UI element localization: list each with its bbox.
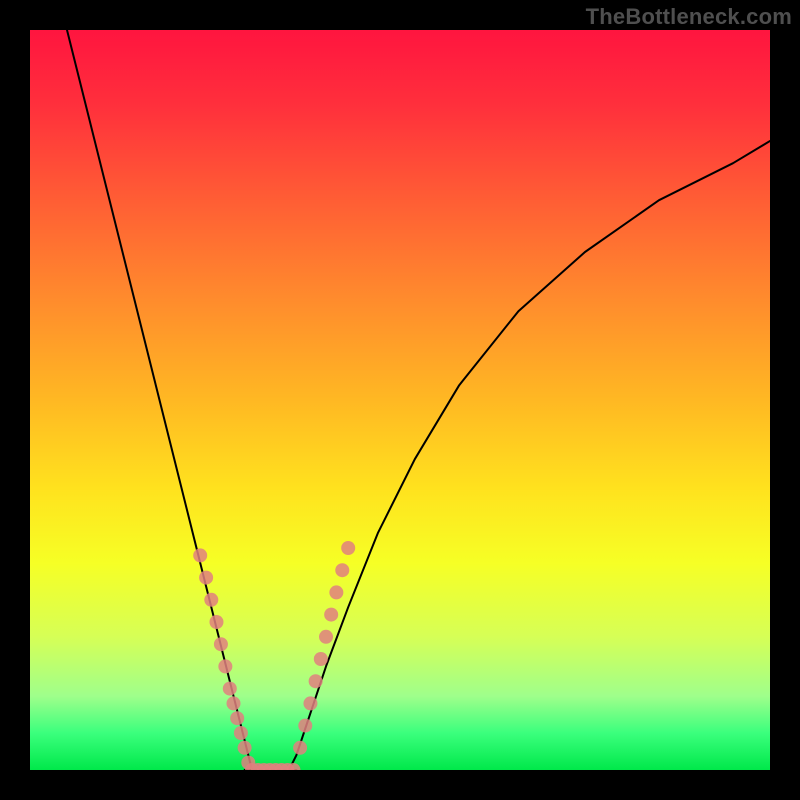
- plot-area: [30, 30, 770, 770]
- dot-right-dots: [293, 741, 307, 755]
- dot-right-dots: [324, 608, 338, 622]
- chart-frame: TheBottleneck.com: [0, 0, 800, 800]
- dot-right-dots: [341, 541, 355, 555]
- dot-left-dots: [234, 726, 248, 740]
- dot-left-dots: [209, 615, 223, 629]
- dot-right-dots: [335, 563, 349, 577]
- dot-left-dots: [204, 593, 218, 607]
- series-right-curve: [289, 141, 770, 770]
- dot-left-dots: [227, 696, 241, 710]
- dot-right-dots: [298, 719, 312, 733]
- dot-right-dots: [303, 696, 317, 710]
- dot-right-dots: [314, 652, 328, 666]
- dot-left-dots: [214, 637, 228, 651]
- dot-right-dots: [329, 585, 343, 599]
- dot-left-dots: [199, 571, 213, 585]
- dot-left-dots: [238, 741, 252, 755]
- dot-right-dots: [309, 674, 323, 688]
- chart-svg: [30, 30, 770, 770]
- dot-left-dots: [223, 682, 237, 696]
- dot-left-dots: [193, 548, 207, 562]
- dot-left-dots: [218, 659, 232, 673]
- series-left-curve: [67, 30, 259, 770]
- line-layer: [67, 30, 770, 770]
- dot-right-dots: [319, 630, 333, 644]
- dot-left-dots: [230, 711, 244, 725]
- watermark-text: TheBottleneck.com: [586, 4, 792, 30]
